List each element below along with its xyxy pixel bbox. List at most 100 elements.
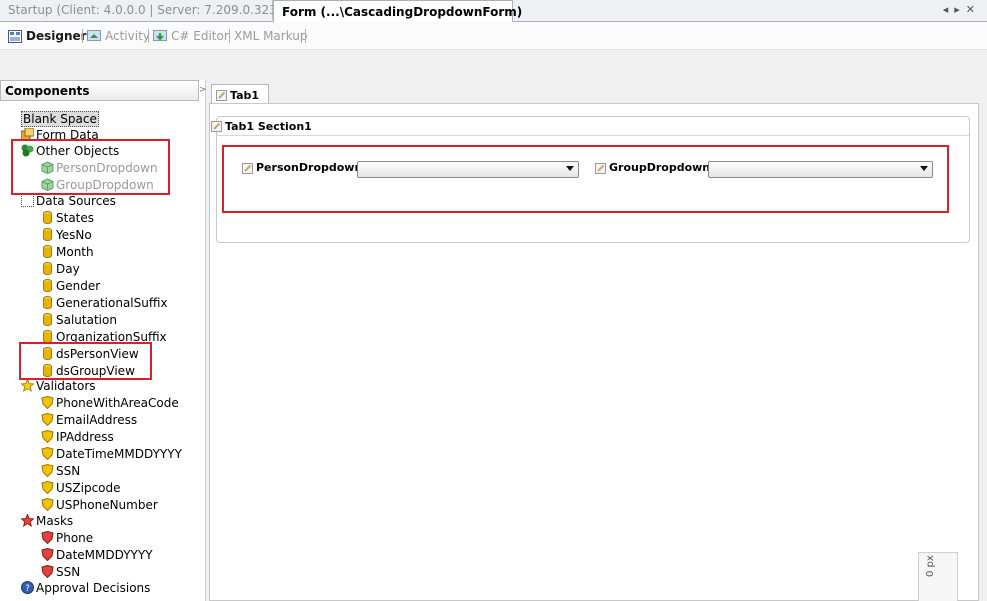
section-tab1-section1: Tab1 Section1 PersonDropdown : GroupDrop…	[211, 116, 970, 243]
tree-item-validators[interactable]: Validators	[21, 377, 96, 394]
tree-item-label: dsGroupView	[56, 363, 135, 378]
activity-button[interactable]: Activity	[87, 27, 150, 45]
tree-item-salutation[interactable]: Salutation	[41, 311, 117, 328]
tree-item-states[interactable]: States	[41, 209, 94, 226]
tree-item-mask-ssn[interactable]: SSN	[41, 563, 80, 580]
group-dropdown-select[interactable]	[708, 161, 933, 178]
activity-icon	[87, 29, 101, 41]
doctab-startup[interactable]: Startup (Client: 4.0.0.0 | Server: 7.209…	[0, 0, 297, 20]
toolbar-divider	[305, 29, 306, 43]
tree-item-label: Gender	[56, 278, 101, 293]
tree-item-label: YesNo	[56, 227, 92, 242]
database-icon	[43, 245, 52, 258]
star-icon	[21, 379, 34, 392]
tree-item-label: Other Objects	[36, 143, 120, 158]
tab-tab1[interactable]: Tab1	[211, 84, 269, 105]
tree-item-mask-phone[interactable]: Phone	[41, 529, 93, 546]
shield-icon	[41, 447, 54, 460]
designer-toolbar: Designer Activity C# Editor XML Markup	[0, 22, 987, 50]
scroll-left-icon[interactable]: ◂	[943, 3, 955, 16]
tree-item-label: GroupDropdown	[56, 177, 154, 192]
person-dropdown-label: PersonDropdown :	[242, 161, 371, 174]
code-editor-icon	[153, 29, 167, 41]
tree-item-email-address[interactable]: EmailAddress	[41, 411, 137, 428]
toolbar-divider	[148, 29, 149, 43]
database-icon	[43, 313, 52, 326]
help-circle-icon: ?	[21, 581, 34, 594]
tree-item-masks[interactable]: Masks	[21, 512, 73, 529]
objects-cluster-icon	[21, 144, 34, 157]
doctab-form-label: Form (...\CascadingDropdownForm)	[282, 4, 523, 19]
tree-item-label: Form Data	[36, 127, 99, 142]
database-icon	[43, 262, 52, 275]
shield-icon	[41, 498, 54, 511]
highlight-dropdown-fields	[222, 145, 949, 213]
csharp-editor-label: C# Editor	[171, 29, 229, 43]
tree-item-label: States	[56, 210, 95, 225]
tree-item-ip-address[interactable]: IPAddress	[41, 428, 114, 445]
tree-item-label: dsPersonView	[56, 346, 139, 361]
tree-item-label: IPAddress	[56, 429, 114, 444]
database-icon	[43, 347, 52, 360]
doctab-form[interactable]: Form (...\CascadingDropdownForm)	[273, 0, 522, 22]
tree-item-gender[interactable]: Gender	[41, 277, 100, 294]
tree-item-blank-space[interactable]: Blank Space	[21, 110, 99, 127]
tree-item-label: OrganizationSuffix	[56, 329, 167, 344]
tree-item-other-objects[interactable]: Other Objects	[21, 142, 119, 159]
tree-item-ssn-validator[interactable]: SSN	[41, 462, 80, 479]
tree-item-phone-with-area-code[interactable]: PhoneWithAreaCode	[41, 394, 179, 411]
tree-item-month[interactable]: Month	[41, 243, 94, 260]
tree-item-label: Masks	[36, 513, 74, 528]
cube-icon	[41, 178, 54, 191]
shield-icon	[41, 396, 54, 409]
chevron-down-icon	[566, 166, 574, 171]
edit-icon	[595, 162, 606, 174]
close-icon[interactable]: ✕	[966, 3, 981, 16]
tree-item-us-zipcode[interactable]: USZipcode	[41, 479, 121, 496]
csharp-editor-button[interactable]: C# Editor	[153, 27, 229, 45]
doctab-startup-label: Startup (Client: 4.0.0.0 | Server: 7.209…	[8, 3, 297, 17]
components-panel: Components > Blank Space Form Data Other…	[0, 80, 207, 601]
red-star-icon	[21, 514, 34, 527]
shield-icon	[41, 430, 54, 443]
xml-markup-button[interactable]: XML Markup	[234, 27, 308, 45]
tree-item-person-dropdown[interactable]: PersonDropdown	[41, 159, 158, 176]
tree-item-form-data[interactable]: Form Data	[21, 126, 99, 143]
designer-button[interactable]: Designer	[8, 27, 87, 45]
tree-item-label: Blank Space	[21, 110, 99, 127]
tree-item-label: EmailAddress	[56, 412, 138, 427]
database-icon	[43, 330, 52, 343]
chevron-down-icon	[920, 166, 928, 171]
shield-icon	[41, 481, 54, 494]
tree-item-yesno[interactable]: YesNo	[41, 226, 92, 243]
tree-item-approval-decisions[interactable]: ? Approval Decisions	[21, 579, 150, 596]
tree-item-data-sources[interactable]: Data Sources	[21, 192, 116, 209]
tree-item-label: Month	[56, 244, 94, 259]
tree-item-organization-suffix[interactable]: OrganizationSuffix	[41, 328, 167, 345]
scroll-right-icon[interactable]: ▸	[954, 3, 966, 16]
tree-item-mask-date[interactable]: DateMMDDYYYY	[41, 546, 153, 563]
tree-item-label: PersonDropdown	[56, 160, 158, 175]
database-icon	[43, 279, 52, 292]
database-icon	[43, 228, 52, 241]
tree-item-datetime[interactable]: DateTimeMMDDYYYY	[41, 445, 182, 462]
tree-item-group-dropdown[interactable]: GroupDropdown	[41, 176, 154, 193]
section-title[interactable]: Tab1 Section1	[211, 117, 969, 136]
tree-item-label: SSN	[56, 463, 81, 478]
shield-icon	[41, 464, 54, 477]
tree-item-us-phone-number[interactable]: USPhoneNumber	[41, 496, 158, 513]
collapse-panel-icon[interactable]: >	[199, 80, 207, 101]
document-tab-strip: Startup (Client: 4.0.0.0 | Server: 7.209…	[0, 0, 987, 22]
tree-item-day[interactable]: Day	[41, 260, 80, 277]
tree-item-ds-person-view[interactable]: dsPersonView	[41, 345, 139, 362]
database-icon	[43, 364, 52, 377]
tree-item-generational-suffix[interactable]: GenerationalSuffix	[41, 294, 168, 311]
tree-item-label: Phone	[56, 530, 94, 545]
tab-strip-controls: ◂▸✕	[943, 3, 981, 16]
mask-shield-icon	[41, 548, 54, 561]
tree-item-label: Approval Decisions	[36, 580, 151, 595]
ruler-widget[interactable]: 0 px	[918, 552, 958, 601]
person-dropdown-select[interactable]	[357, 161, 579, 178]
components-header: Components	[0, 80, 199, 101]
tab-tab1-label: Tab1	[230, 88, 260, 102]
